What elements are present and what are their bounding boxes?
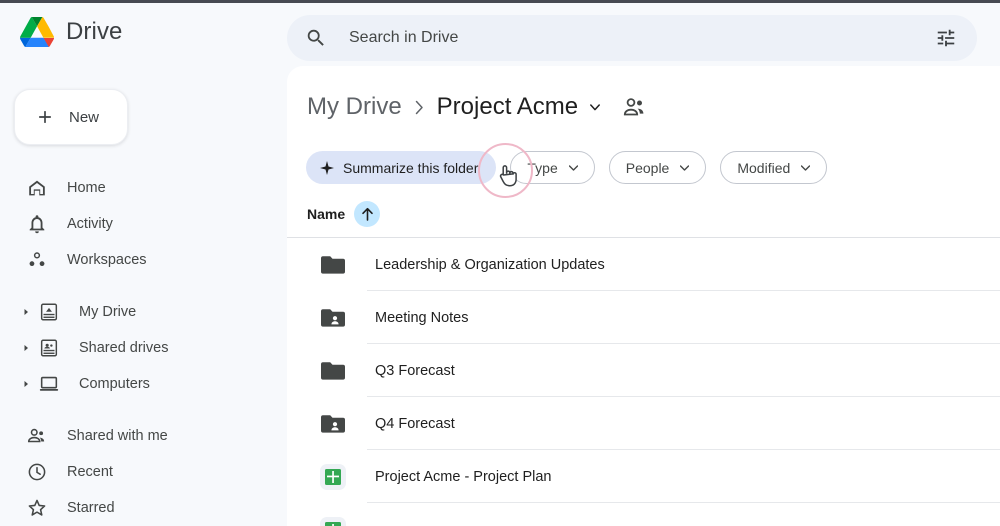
star-icon [28, 499, 46, 516]
chevron-right-icon[interactable] [22, 344, 30, 352]
sidebar-item-shared-drives[interactable]: Shared drives [0, 330, 287, 366]
chevron-down-icon [801, 164, 811, 171]
name-column-header[interactable]: Name [307, 201, 381, 227]
table-row[interactable]: Leadership & Organization Updates [287, 238, 1000, 291]
type-filter-chip[interactable]: Type [510, 151, 595, 184]
file-name: Q4 Forecast [375, 415, 455, 432]
sidebar-item-starred[interactable]: Starred [0, 490, 287, 526]
file-list: Leadership & Organization Updates Meetin… [287, 238, 1000, 526]
summarize-folder-chip[interactable]: Summarize this folder [306, 151, 497, 184]
sidebar-item-label: Starred [67, 500, 115, 516]
computer-icon [39, 376, 59, 391]
new-button[interactable]: New [14, 89, 128, 145]
chip-label: Modified [737, 159, 791, 176]
chevron-down-icon[interactable] [590, 103, 601, 111]
table-row[interactable] [287, 503, 1000, 526]
sidebar-item-label: Shared drives [79, 340, 169, 356]
sidebar-item-label: Activity [67, 216, 113, 232]
column-header-label: Name [307, 206, 346, 222]
table-row[interactable]: Q4 Forecast [287, 397, 1000, 450]
chip-label: Type [527, 159, 558, 176]
sidebar-divider-gap [0, 278, 287, 294]
breadcrumb-current[interactable]: Project Acme [437, 93, 578, 121]
home-icon [29, 180, 45, 196]
sidebar-item-shared-with-me[interactable]: Shared with me [0, 418, 287, 454]
google-sheets-icon [320, 516, 346, 526]
folder-icon [321, 361, 345, 380]
sidebar-item-workspaces[interactable]: Workspaces [0, 242, 287, 278]
chevron-right-icon [415, 100, 423, 114]
new-button-label: New [69, 108, 100, 126]
breadcrumb-parent[interactable]: My Drive [307, 93, 402, 121]
brand[interactable]: Drive [20, 17, 123, 47]
workspaces-icon [29, 252, 45, 267]
plus-icon [39, 111, 51, 123]
table-row[interactable]: Meeting Notes [287, 291, 1000, 344]
folder-icon [321, 255, 345, 274]
search-input[interactable] [349, 29, 935, 47]
shared-folder-icon [321, 308, 345, 327]
sidebar-item-label: Workspaces [67, 252, 147, 268]
arrow-up-icon [361, 207, 373, 221]
shared-folder-icon [321, 414, 345, 433]
chevron-down-icon [568, 164, 578, 171]
sidebar: New Home Activity Workspaces My Drive Sh… [0, 66, 287, 526]
search-icon [307, 29, 324, 46]
sidebar-nav: Home Activity Workspaces My Drive Shared… [0, 170, 287, 526]
drive-window: Drive New Home [0, 0, 1000, 526]
drive-logo-icon [20, 17, 54, 47]
chevron-right-icon[interactable] [22, 308, 30, 316]
sidebar-item-label: Recent [67, 464, 113, 480]
sidebar-item-label: Shared with me [67, 428, 168, 444]
brand-name: Drive [66, 18, 123, 45]
table-row[interactable]: Q3 Forecast [287, 344, 1000, 397]
tune-icon[interactable] [935, 27, 957, 49]
clock-icon [28, 463, 46, 481]
file-name: Meeting Notes [375, 309, 469, 326]
search-bar[interactable] [287, 15, 977, 61]
sidebar-item-home[interactable]: Home [0, 170, 287, 206]
file-name: Q3 Forecast [375, 362, 455, 379]
table-row[interactable]: Project Acme - Project Plan [287, 450, 1000, 503]
shared-drives-icon [40, 339, 58, 357]
breadcrumb: My Drive Project Acme [307, 93, 647, 121]
file-name: Leadership & Organization Updates [375, 256, 605, 273]
main-content: My Drive Project Acme Summarize this fol… [287, 66, 1000, 526]
sidebar-item-computers[interactable]: Computers [0, 366, 287, 402]
my-drive-icon [40, 303, 58, 321]
file-name: Project Acme - Project Plan [375, 468, 552, 485]
people-filter-chip[interactable]: People [608, 151, 707, 184]
chip-label: People [625, 159, 670, 176]
bell-icon [29, 215, 45, 234]
sparkle-icon [320, 160, 334, 175]
sidebar-item-label: My Drive [79, 304, 137, 320]
sidebar-item-recent[interactable]: Recent [0, 454, 287, 490]
chip-label: Summarize this folder [343, 159, 479, 176]
sidebar-item-label: Computers [79, 376, 150, 392]
chevron-down-icon [680, 164, 690, 171]
people-icon [27, 428, 45, 443]
sidebar-item-activity[interactable]: Activity [0, 206, 287, 242]
sidebar-item-label: Home [67, 180, 106, 196]
modified-filter-chip[interactable]: Modified [720, 151, 828, 184]
chevron-right-icon[interactable] [22, 380, 30, 388]
google-sheets-icon [320, 463, 346, 490]
sidebar-divider-gap [0, 402, 287, 418]
filter-chips: Summarize this folder Type People Modifi… [306, 151, 828, 184]
sidebar-item-my-drive[interactable]: My Drive [0, 294, 287, 330]
people-shared-icon[interactable] [622, 96, 647, 118]
sort-direction-badge[interactable] [354, 201, 381, 227]
app-header: Drive [0, 3, 1000, 66]
